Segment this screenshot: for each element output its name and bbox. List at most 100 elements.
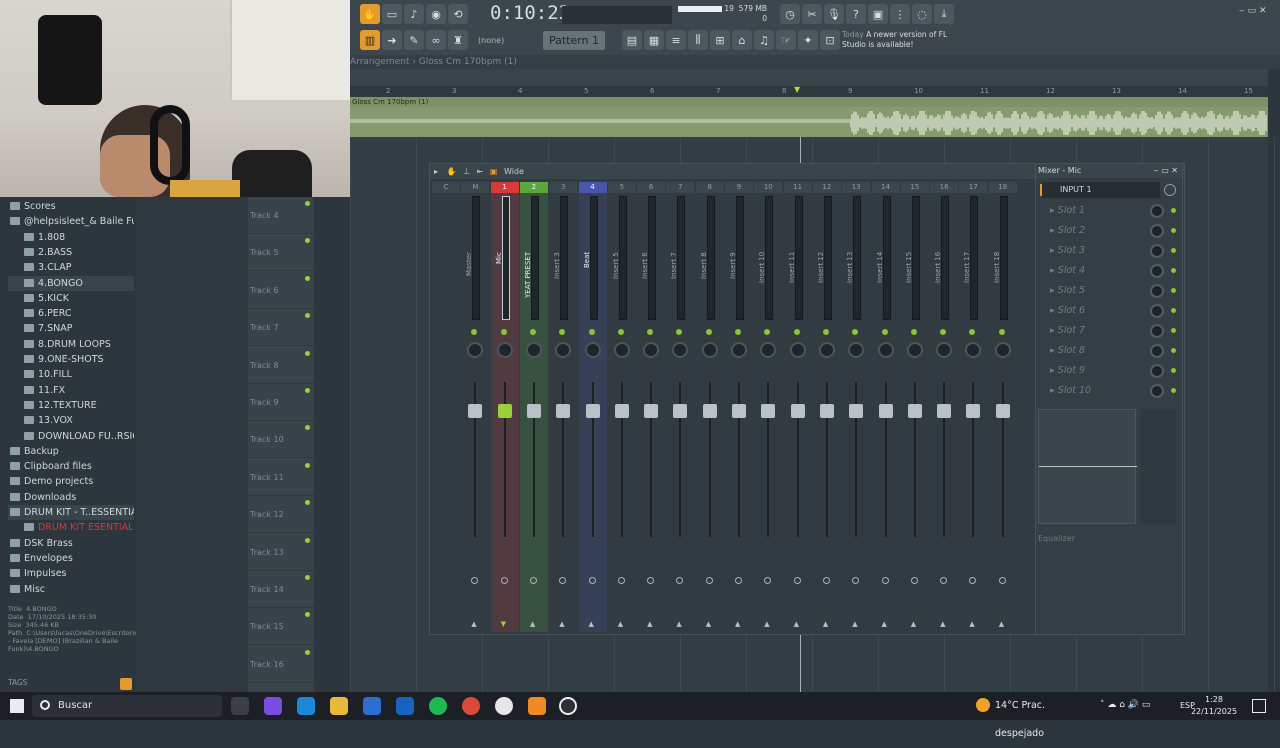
fx-toggle[interactable] — [529, 577, 537, 584]
pan-knob[interactable] — [965, 342, 982, 358]
mixer-strip[interactable]: M Master ▲ — [461, 182, 490, 632]
time-display[interactable]: 0:10:23 — [490, 2, 570, 26]
slot-enable-led[interactable] — [1171, 288, 1176, 293]
strip-enable-led[interactable] — [735, 329, 741, 335]
track-header[interactable]: Track 16 — [248, 646, 314, 683]
tags-bar[interactable]: TAGS — [8, 678, 136, 690]
taskbar-clock[interactable]: 1:28 22/11/2025 — [1190, 694, 1238, 718]
send-arrow-icon[interactable]: ▲ — [706, 620, 711, 628]
volume-fader[interactable] — [526, 404, 541, 418]
mixer-strip[interactable]: 10 Insert 10 ▲ — [754, 182, 783, 632]
fx-toggle[interactable] — [676, 577, 684, 584]
slot-mix-knob[interactable] — [1150, 204, 1164, 218]
slot-enable-led[interactable] — [1171, 388, 1176, 393]
mixer-strip[interactable]: 17 Insert 17 ▲ — [959, 182, 988, 632]
track-header[interactable]: Track 11 — [248, 459, 314, 496]
track-header[interactable]: Track 7 — [248, 309, 314, 347]
pan-knob[interactable] — [643, 342, 660, 358]
strip-enable-led[interactable] — [647, 329, 654, 335]
strip-enable-led[interactable] — [998, 329, 1005, 335]
fx-toggle[interactable] — [471, 577, 479, 584]
mixer-view-icon[interactable]: ⫼ — [688, 30, 708, 50]
effect-slot[interactable]: ▸ Slot 3 — [1040, 242, 1178, 260]
track-mute-led[interactable] — [305, 238, 310, 244]
strip-enable-led[interactable] — [969, 329, 976, 335]
input-select[interactable]: INPUT 1 — [1042, 182, 1160, 198]
mixer-strip[interactable]: C — [432, 182, 460, 632]
send-arrow-icon[interactable]: ▲ — [823, 620, 828, 628]
news-panel[interactable]: Today A newer version of FL Studio is av… — [842, 30, 952, 52]
send-arrow-icon[interactable]: ▲ — [882, 620, 887, 628]
strip-enable-led[interactable] — [500, 329, 507, 335]
browser-item[interactable]: DOWNLOAD FU..RSION HERE — [8, 429, 134, 444]
track-mute-led[interactable] — [305, 537, 310, 543]
mixer-strip[interactable]: 11 Insert 11 ▲ — [783, 182, 812, 632]
eq-sliders[interactable] — [1140, 409, 1176, 524]
piano-roll-icon[interactable]: ▥ — [360, 30, 380, 50]
mixer-strip[interactable]: 3 Insert 3 ▲ — [549, 182, 578, 632]
chrome-icon[interactable] — [462, 697, 480, 715]
send-arrow-icon[interactable]: ▲ — [647, 620, 652, 628]
pan-knob[interactable] — [848, 342, 865, 358]
strip-enable-led[interactable] — [822, 329, 829, 335]
slot-mix-knob[interactable] — [1150, 244, 1164, 258]
fx-toggle[interactable] — [910, 577, 918, 584]
send-arrow-icon[interactable]: ▲ — [911, 620, 916, 628]
fx-toggle[interactable] — [793, 577, 801, 584]
track-mute-led[interactable] — [305, 425, 310, 431]
slot-enable-led[interactable] — [1171, 328, 1176, 333]
strip-enable-led[interactable] — [617, 329, 624, 335]
strip-enable-led[interactable] — [852, 329, 859, 335]
strip-enable-led[interactable] — [940, 329, 947, 335]
browser-item[interactable]: 11.FX — [8, 383, 134, 398]
playlist-icon[interactable]: ▤ — [622, 30, 642, 50]
mic-icon[interactable]: 🎙 — [824, 4, 844, 24]
fx-toggle[interactable] — [559, 577, 567, 584]
pan-knob[interactable] — [525, 342, 542, 358]
fx-toggle[interactable] — [617, 577, 625, 584]
store-icon[interactable] — [363, 697, 381, 715]
fx-toggle[interactable] — [881, 577, 889, 584]
scissors-icon[interactable]: ✂ — [802, 4, 822, 24]
volume-fader[interactable] — [644, 404, 659, 418]
fx-toggle[interactable] — [940, 577, 948, 584]
send-arrow-icon[interactable]: ▲ — [530, 620, 535, 628]
browser-item[interactable]: 7.SNAP — [8, 321, 134, 336]
fl-studio-icon[interactable] — [528, 697, 546, 715]
edge-icon[interactable] — [297, 697, 315, 715]
pan-knob[interactable] — [613, 342, 630, 358]
pan-knob[interactable] — [936, 342, 953, 358]
track-header[interactable]: Track 6 — [248, 272, 314, 309]
strip-enable-led[interactable] — [471, 329, 478, 335]
send-arrow-icon[interactable]: ▲ — [969, 620, 974, 628]
send-arrow-icon[interactable]: ▲ — [794, 620, 799, 628]
browser-item[interactable]: 8.DRUM LOOPS — [8, 337, 134, 352]
pan-knob[interactable] — [994, 342, 1011, 358]
send-arrow-icon[interactable]: ▲ — [764, 620, 769, 628]
fx-toggle[interactable] — [500, 577, 508, 584]
browser-item[interactable]: 3.CLAP — [8, 260, 134, 275]
browser-item[interactable]: 6.PERC — [8, 306, 134, 321]
track-header[interactable]: Track 8 — [248, 347, 314, 384]
browser-item[interactable]: Envelopes — [8, 551, 134, 566]
strip-enable-led[interactable] — [705, 329, 712, 335]
equalizer-graph[interactable] — [1038, 409, 1137, 524]
effect-slot[interactable]: ▸ Slot 10 — [1040, 382, 1178, 400]
volume-fader[interactable] — [614, 404, 629, 418]
volume-fader[interactable] — [790, 404, 805, 418]
track-header[interactable]: Track 13 — [248, 534, 314, 571]
track-mute-led[interactable] — [305, 350, 310, 356]
taskbar-search[interactable]: Buscar — [32, 695, 222, 717]
fx-toggle[interactable] — [647, 577, 655, 584]
browser-item[interactable]: Impulses — [8, 566, 134, 581]
send-arrow-icon[interactable]: ▲ — [618, 620, 623, 628]
volume-fader[interactable] — [878, 404, 893, 418]
slot-mix-knob[interactable] — [1150, 284, 1164, 298]
mixer-strip[interactable]: 2 YEAT PRESET ▲ — [519, 182, 548, 632]
mixer-strip[interactable]: 6 Insert 6 ▲ — [637, 182, 666, 632]
input-settings-icon[interactable] — [1164, 184, 1176, 196]
browser-item[interactable]: DRUM KIT - T..ESSENTIALS — [8, 505, 134, 520]
pan-knob[interactable] — [731, 342, 747, 358]
pan-knob[interactable] — [584, 342, 601, 358]
pan-knob[interactable] — [906, 342, 923, 358]
